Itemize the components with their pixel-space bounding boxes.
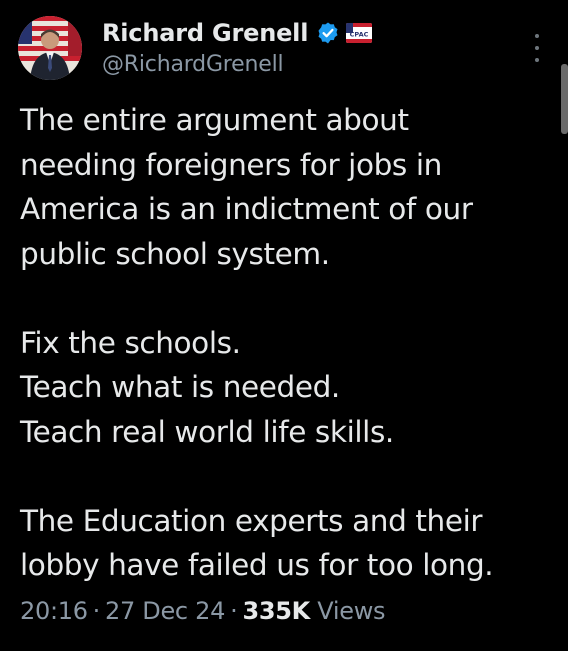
views-label: Views bbox=[317, 597, 386, 625]
more-dot-icon bbox=[535, 58, 539, 62]
tweet-line: The entire argument about bbox=[20, 103, 409, 137]
meta-separator: · bbox=[230, 597, 238, 625]
tweet-line: Fix the schools. bbox=[20, 325, 241, 360]
tweet-paragraph: The entire argument about needing foreig… bbox=[20, 98, 548, 276]
author-identity: Richard Grenell CPAC @RichardGrenell bbox=[102, 18, 373, 77]
tweet-card: Richard Grenell CPAC @RichardGrenell The… bbox=[0, 0, 568, 651]
cpac-badge-text: CPAC bbox=[350, 31, 369, 39]
tweet-line: America is an indictment of our bbox=[20, 192, 473, 226]
tweet-line: The Education experts and their bbox=[20, 503, 483, 538]
views-count: 335K bbox=[242, 597, 310, 625]
tweet-line: Teach real world life skills. bbox=[20, 414, 394, 449]
verified-badge-icon bbox=[316, 21, 340, 45]
tweet-meta: 20:16 · 27 Dec 24 · 335K Views bbox=[20, 597, 386, 625]
tweet-line: Teach what is needed. bbox=[20, 370, 340, 404]
tweet-text: The entire argument about needing foreig… bbox=[20, 98, 548, 588]
author-display-name[interactable]: Richard Grenell bbox=[102, 19, 308, 47]
cpac-badge-icon[interactable]: CPAC bbox=[346, 23, 373, 43]
tweet-date[interactable]: 27 Dec 24 bbox=[105, 597, 225, 625]
tweet-header: Richard Grenell CPAC @RichardGrenell bbox=[18, 16, 373, 86]
more-dot-icon bbox=[535, 34, 539, 38]
tweet-line: lobby have failed us for too long. bbox=[20, 548, 494, 582]
tweet-paragraph: The Education experts and their lobby ha… bbox=[20, 499, 548, 588]
meta-separator: · bbox=[92, 597, 101, 625]
name-row: Richard Grenell CPAC bbox=[102, 18, 373, 48]
tweet-paragraph: Fix the schools. Teach what is needed. T… bbox=[20, 321, 548, 455]
tweet-time[interactable]: 20:16 bbox=[20, 597, 88, 625]
more-options-button[interactable] bbox=[528, 34, 546, 62]
author-handle[interactable]: @RichardGrenell bbox=[102, 52, 372, 77]
more-dot-icon bbox=[535, 46, 539, 50]
avatar[interactable] bbox=[18, 16, 82, 80]
tweet-line: needing foreigners for jobs in bbox=[20, 147, 442, 182]
scrollbar-thumb[interactable] bbox=[561, 64, 568, 134]
tweet-line: public school system. bbox=[20, 236, 330, 271]
